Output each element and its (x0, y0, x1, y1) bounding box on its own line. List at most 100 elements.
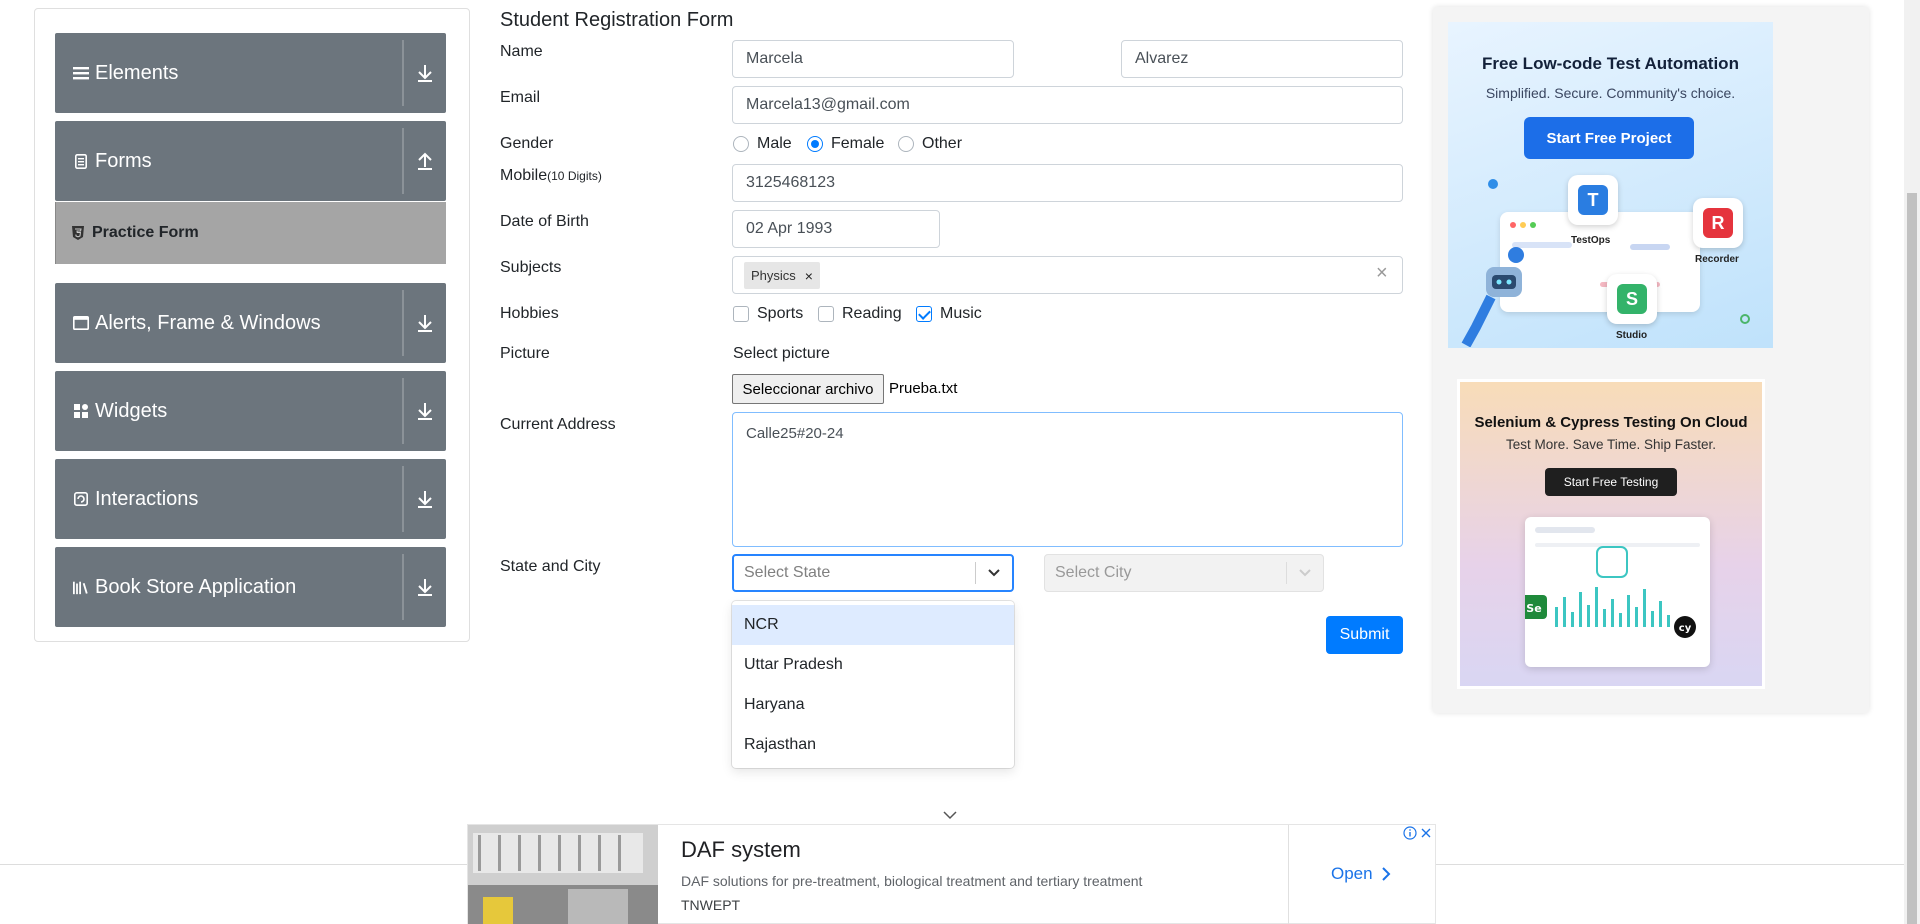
download-icon[interactable] (414, 311, 436, 335)
ad-title: DAF system (681, 837, 801, 862)
date-of-birth-input[interactable]: 02 Apr 1993 (732, 210, 940, 248)
radio-circle[interactable] (733, 136, 749, 152)
upload-icon[interactable] (414, 149, 436, 173)
email-label: Email (500, 89, 541, 106)
sidebar-group-widgets[interactable]: Widgets (55, 371, 446, 451)
state-select[interactable]: Select State (732, 554, 1014, 592)
info-icon[interactable] (1403, 826, 1417, 845)
radio-label: Male (757, 135, 792, 152)
option-ncr[interactable]: NCR (732, 605, 1014, 645)
ad-title: Free Low-code Test Automation (1482, 54, 1739, 73)
last-name-field[interactable]: Alvarez (1121, 40, 1403, 78)
dob-label: Date of Birth (500, 213, 589, 230)
hobby-music-checkbox[interactable]: Music (916, 305, 982, 323)
divider (1288, 825, 1289, 924)
books-icon (73, 579, 89, 595)
gender-other-radio[interactable]: Other (898, 135, 962, 153)
interactions-icon (73, 491, 89, 507)
sidebar-group-elements[interactable]: Elements (55, 33, 446, 113)
sidebar-group-alerts[interactable]: Alerts, Frame & Windows (55, 283, 446, 363)
download-icon[interactable] (414, 487, 436, 511)
current-address-textarea[interactable]: Calle25#20-24 (732, 412, 1403, 547)
ad-brand: TNWEPT (681, 897, 741, 913)
sidebar-item-practice-form[interactable]: Practice Form (55, 202, 446, 264)
open-ad-button[interactable]: Open (1331, 864, 1391, 884)
close-icon[interactable] (1419, 826, 1433, 845)
gender-female-radio[interactable]: Female (807, 135, 884, 153)
radio-circle[interactable] (898, 136, 914, 152)
checkbox-label: Reading (842, 305, 902, 322)
svg-text:cy: cy (1679, 623, 1692, 634)
divider (402, 290, 404, 356)
ad-description: DAF solutions for pre-treatment, biologi… (681, 873, 1143, 889)
checkbox-box[interactable] (916, 306, 932, 322)
mobile-label: Mobile(10 Digits) (500, 167, 602, 185)
sidebar-group-label: Alerts, Frame & Windows (95, 311, 321, 334)
first-name-field[interactable]: Marcela (732, 40, 1014, 78)
radio-label: Female (831, 135, 885, 152)
address-label: Current Address (500, 416, 616, 433)
mobile-field[interactable]: 3125468123 (732, 164, 1403, 202)
sidebar-group-label: Elements (95, 61, 179, 84)
state-city-label: State and City (500, 558, 601, 575)
hobby-reading-checkbox[interactable]: Reading (818, 305, 902, 323)
clear-icon[interactable]: × (1376, 262, 1388, 285)
sidebar-group-label: Book Store Application (95, 575, 297, 598)
divider (402, 554, 404, 620)
option-uttar-pradesh[interactable]: Uttar Pradesh (732, 645, 1014, 685)
ad-title: Selenium & Cypress Testing On Cloud (1474, 414, 1748, 431)
choose-file-button[interactable]: Seleccionar archivo (732, 374, 884, 404)
download-icon[interactable] (414, 575, 436, 599)
gender-male-radio[interactable]: Male (733, 135, 792, 153)
download-icon[interactable] (414, 399, 436, 423)
sidebar-group-forms[interactable]: Forms (55, 121, 446, 201)
ad-choices[interactable] (1403, 826, 1433, 845)
start-free-testing-button[interactable]: Start Free Testing (1545, 468, 1677, 496)
select-picture-label: Select picture (733, 345, 830, 362)
sidebar-group-interactions[interactable]: Interactions (55, 459, 446, 539)
svg-text:Se: Se (1526, 602, 1541, 615)
katalon-ad[interactable]: Free Low-code Test Automation Simplified… (1448, 22, 1773, 348)
sidebar-group-book-store[interactable]: Book Store Application (55, 547, 446, 627)
state-select-placeholder: Select State (744, 564, 831, 581)
ad-image (468, 825, 658, 924)
tile-caption: TestOps (1571, 235, 1611, 246)
download-icon[interactable] (414, 61, 436, 85)
option-rajasthan[interactable]: Rajasthan (732, 725, 1014, 765)
decor-dot (1488, 179, 1498, 189)
mobile-hint: (10 Digits) (547, 169, 602, 183)
lambdatest-ad[interactable]: Selenium & Cypress Testing On Cloud Test… (1457, 379, 1765, 689)
divider (402, 128, 404, 194)
email-field[interactable]: Marcela13@gmail.com (732, 86, 1403, 124)
scrollbar-thumb[interactable] (1907, 193, 1917, 924)
bottom-banner-ad[interactable]: DAF system DAF solutions for pre-treatme… (467, 824, 1436, 924)
chevron-down-icon[interactable] (1287, 554, 1323, 592)
city-select[interactable]: Select City (1044, 554, 1324, 592)
html5-icon (72, 226, 84, 240)
sidebar-item-label: Practice Form (92, 224, 199, 241)
divider (402, 466, 404, 532)
chip-remove-icon[interactable]: × (802, 268, 820, 284)
page-title: Student Registration Form (500, 9, 734, 31)
widgets-icon (73, 403, 89, 419)
submit-button[interactable]: Submit (1326, 616, 1403, 654)
file-name: Prueba.txt (889, 380, 958, 397)
hobby-sports-checkbox[interactable]: Sports (733, 305, 803, 323)
subject-chip-label: Physics (751, 268, 796, 283)
start-free-project-button[interactable]: Start Free Project (1524, 117, 1694, 159)
checkbox-box[interactable] (818, 306, 834, 322)
tile-caption: Studio (1616, 330, 1648, 341)
checkbox-box[interactable] (733, 306, 749, 322)
option-haryana[interactable]: Haryana (732, 685, 1014, 725)
sidebar-group-label: Widgets (95, 399, 168, 422)
robot-illustration (1456, 227, 1541, 348)
gender-label: Gender (500, 135, 554, 152)
chevron-down-icon[interactable] (942, 808, 958, 820)
chevron-down-icon[interactable] (976, 554, 1012, 592)
studio-tile: S (1607, 274, 1657, 324)
subjects-input[interactable] (732, 256, 1403, 294)
document-icon (73, 153, 89, 169)
radio-circle[interactable] (807, 136, 823, 152)
picture-label: Picture (500, 345, 550, 362)
hamburger-icon (73, 65, 89, 81)
